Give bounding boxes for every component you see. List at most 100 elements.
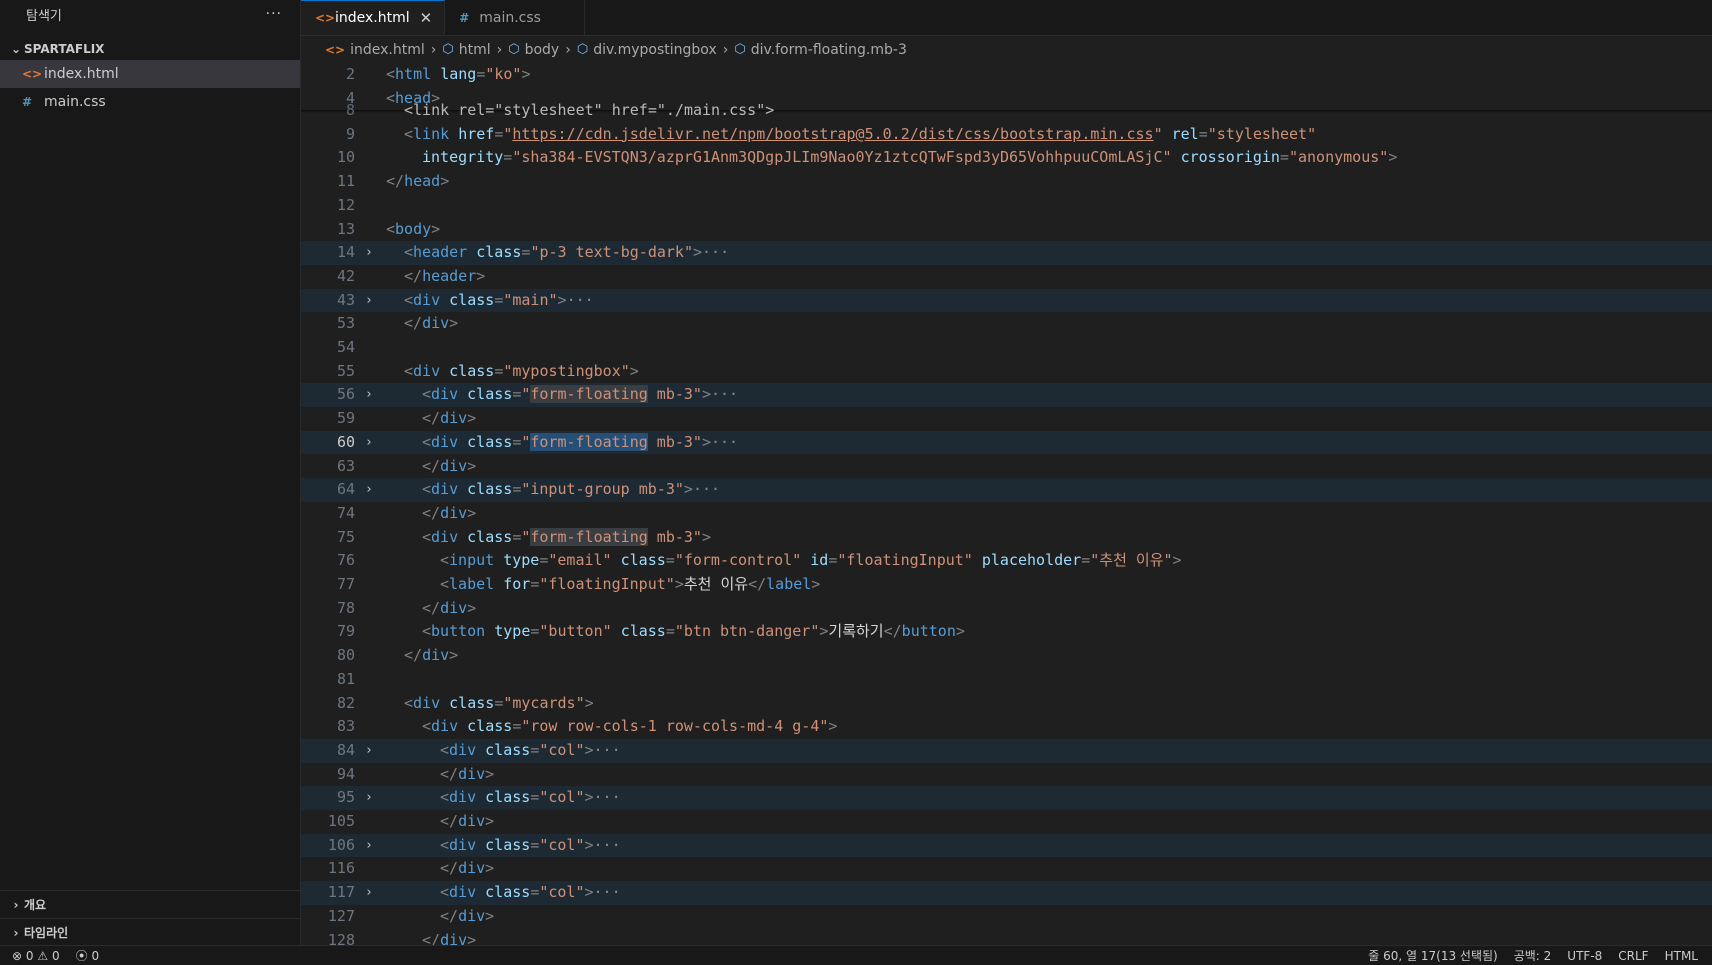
line-number: 42 [336, 266, 355, 285]
tab-main-css[interactable]: # main.css [445, 0, 586, 35]
code-line[interactable]: 78 </div> [301, 597, 1712, 621]
code-line[interactable]: 9 <link href="https://cdn.jsdelivr.net/np… [301, 123, 1712, 147]
chevron-right-icon[interactable]: › [365, 739, 373, 763]
code-text: <div class="col">··· [440, 788, 621, 807]
breadcrumb-body[interactable]: ⬡ body [508, 42, 559, 58]
chevron-right-icon[interactable]: › [365, 241, 373, 265]
chevron-right-icon[interactable]: › [365, 289, 373, 313]
code-line[interactable]: 8 <link rel="stylesheet" href="./main.css… [301, 99, 1712, 123]
code-line[interactable]: 75 <div class="form-floating mb-3"> [301, 526, 1712, 550]
code-line[interactable]: 64 › <div class="input-group mb-3">··· [301, 478, 1712, 502]
code-line[interactable]: 128 </div> [301, 929, 1712, 947]
element-icon: ⬡ [508, 42, 520, 57]
code-line[interactable]: 127 </div> [301, 905, 1712, 929]
line-number: 13 [336, 219, 355, 238]
code-line[interactable]: 13 <body> [301, 218, 1712, 242]
code-text: integrity="sha384-EVSTQN3/azprG1Anm3QDgp… [422, 148, 1398, 167]
file-item-index-html[interactable]: <> index.html [0, 60, 300, 88]
code-line[interactable]: 82 <div class="mycards"> [301, 692, 1712, 716]
code-line[interactable]: 80 </div> [301, 644, 1712, 668]
code-line[interactable]: 95 › <div class="col">··· [301, 786, 1712, 810]
element-icon: ⬡ [442, 42, 454, 57]
html-file-icon: <> [325, 42, 346, 57]
code-text: <div class="row row-cols-1 row-cols-md-4… [422, 717, 838, 736]
ports-indicator[interactable]: ⦿ 0 [76, 947, 99, 964]
chevron-right-icon[interactable]: › [365, 383, 373, 407]
chevron-right-icon: › [13, 925, 19, 940]
code-line[interactable]: 81 [301, 668, 1712, 692]
chevron-right-icon: › [496, 41, 503, 58]
chevron-right-icon[interactable]: › [365, 431, 373, 455]
code-line[interactable]: 74 </div> [301, 502, 1712, 526]
code-line[interactable]: 2 <html lang="ko"> [301, 63, 1712, 87]
breadcrumb-file[interactable]: <> index.html [325, 42, 425, 58]
language-mode[interactable]: HTML [1665, 949, 1698, 963]
code-line[interactable]: 14 › <header class="p-3 text-bg-dark">··· [301, 241, 1712, 265]
css-file-icon: # [459, 10, 470, 25]
line-ending[interactable]: CRLF [1618, 949, 1648, 963]
problems-indicator[interactable]: ⊗ 0 ⚠ 0 [12, 949, 60, 963]
encoding[interactable]: UTF-8 [1567, 949, 1602, 963]
sidebar-bottom-panels: › 개요 › 타임라인 [0, 890, 300, 946]
cursor-position[interactable]: 줄 60, 열 17(13 선택됨) [1368, 947, 1497, 964]
timeline-panel[interactable]: › 타임라인 [0, 918, 300, 946]
chevron-right-icon[interactable]: › [365, 834, 373, 858]
line-number: 81 [336, 669, 355, 688]
code-line[interactable]: 43 › <div class="main">··· [301, 288, 1712, 313]
code-line[interactable]: 56 › <div class="form-floating mb-3">··· [301, 383, 1712, 408]
indentation[interactable]: 공백: 2 [1514, 947, 1552, 964]
code-text: </div> [404, 646, 459, 665]
code-line[interactable]: 105 </div> [301, 810, 1712, 834]
code-editor[interactable]: 2 <html lang="ko"> 4 <head> 8 <link rel="st… [301, 63, 1712, 946]
tab-index-html[interactable]: <> index.html ✕ [301, 0, 446, 35]
code-line[interactable]: 54 [301, 336, 1712, 360]
code-text: <div class="input-group mb-3">··· [422, 480, 721, 499]
outline-panel[interactable]: › 개요 [0, 890, 300, 918]
line-number: 116 [327, 859, 355, 878]
code-text: <input type="email" class="form-control"… [440, 551, 1182, 570]
code-line[interactable]: 94 </div> [301, 763, 1712, 787]
code-line[interactable]: 12 [301, 194, 1712, 218]
project-folder[interactable]: ⌄ SPARTAFLIX [0, 38, 300, 60]
code-line[interactable]: 77 <label for="floatingInput">추천 이유</labe… [301, 573, 1712, 597]
code-line[interactable]: 76 <input type="email" class="form-contro… [301, 549, 1712, 573]
timeline-label: 타임라인 [24, 926, 69, 940]
code-line[interactable]: 11 </head> [301, 170, 1712, 194]
file-name: main.css [44, 94, 106, 110]
line-number: 11 [336, 172, 355, 191]
breadcrumb-form-floating[interactable]: ⬡ div.form-floating.mb-3 [734, 42, 907, 58]
more-actions-icon[interactable]: ··· [266, 6, 282, 22]
chevron-right-icon: › [565, 41, 571, 58]
error-count: 0 [25, 948, 34, 963]
line-number: 128 [327, 930, 355, 947]
css-file-icon: # [22, 95, 33, 109]
chevron-right-icon[interactable]: › [365, 478, 373, 502]
code-line[interactable]: 84 › <div class="col">··· [301, 738, 1712, 763]
code-line[interactable]: 10 integrity="sha384-EVSTQN3/azprG1Anm3QD… [301, 146, 1712, 170]
code-line[interactable]: 63 </div> [301, 455, 1712, 479]
code-line-current[interactable]: 60 › <div class="form-floating mb-3">··· [301, 430, 1712, 455]
chevron-right-icon[interactable]: › [365, 881, 373, 905]
code-line[interactable]: 55 <div class="mypostingbox"> [301, 360, 1712, 384]
code-line[interactable]: 53 </div> [301, 312, 1712, 336]
line-number: 59 [336, 409, 355, 428]
code-line[interactable]: 83 <div class="row row-cols-1 row-cols-md… [301, 715, 1712, 739]
chevron-right-icon[interactable]: › [365, 786, 373, 810]
code-line[interactable]: 116 </div> [301, 857, 1712, 881]
code-line[interactable]: 106 › <div class="col">··· [301, 833, 1712, 858]
code-line[interactable]: 42 </header> [301, 265, 1712, 289]
breadcrumb-mypostingbox[interactable]: ⬡ div.mypostingbox [577, 42, 717, 58]
code-line[interactable]: 79 <button type="button" class="btn btn-d… [301, 620, 1712, 644]
code-text: <div class="mycards"> [404, 693, 594, 712]
chevron-right-icon: › [13, 897, 19, 912]
close-icon[interactable]: ✕ [420, 9, 433, 27]
breadcrumb-html[interactable]: ⬡ html [442, 42, 490, 58]
line-number: 94 [336, 764, 355, 783]
file-item-main-css[interactable]: # main.css [0, 88, 300, 116]
code-line[interactable]: 117 › <div class="col">··· [301, 881, 1712, 905]
code-text: </div> [422, 503, 477, 522]
line-number: 117 [327, 883, 355, 902]
code-line[interactable]: 59 </div> [301, 407, 1712, 431]
editor-tabs: <> index.html ✕ # main.css [301, 0, 1712, 36]
breadcrumb: <> index.html › ⬡ html › ⬡ body › ⬡ div.mypo… [301, 36, 1712, 63]
